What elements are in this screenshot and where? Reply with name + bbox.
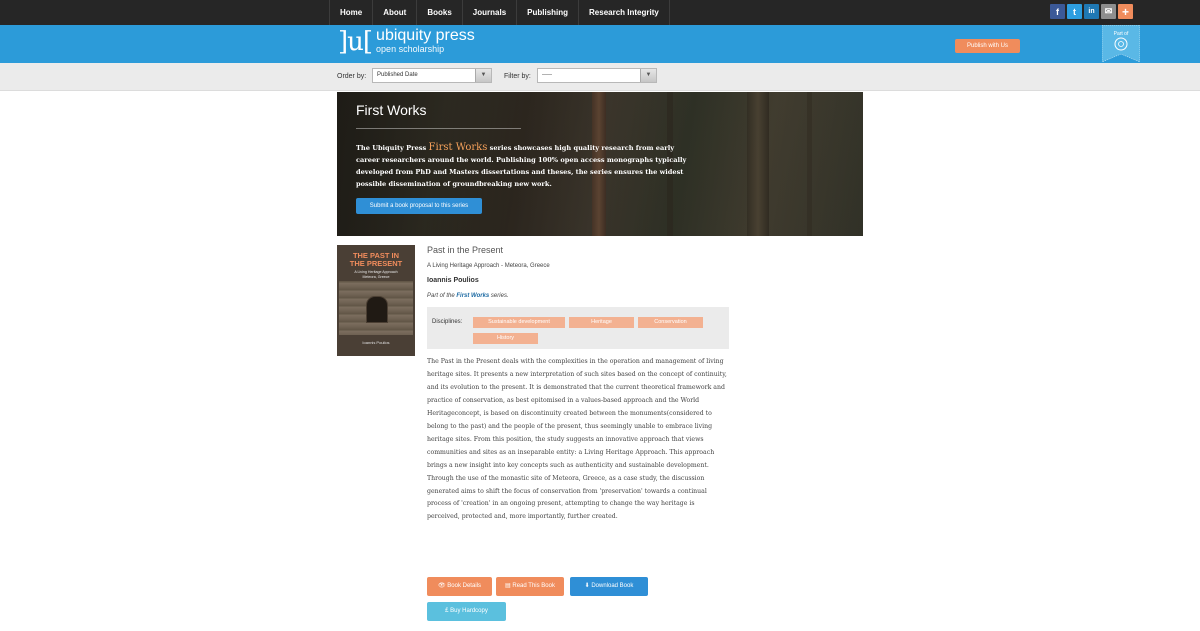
nav-home[interactable]: Home xyxy=(329,0,374,25)
discipline-tag[interactable]: Sustainable development xyxy=(473,317,565,328)
download-book-button[interactable]: ⬇ Download Book xyxy=(570,577,648,596)
banner-tree-trunk xyxy=(747,92,769,236)
nav-books[interactable]: Books xyxy=(417,0,463,25)
series-description: The Ubiquity Press First Works series sh… xyxy=(356,142,687,188)
order-by-value: Published Date xyxy=(377,72,418,78)
buy-hardcopy-button[interactable]: £ Buy Hardcopy xyxy=(427,602,506,621)
filter-bar: Order by: Published Date ▼ Filter by: --… xyxy=(0,63,1200,91)
book-title[interactable]: Past in the Present xyxy=(427,245,503,255)
book-subtitle: A Living Heritage Approach - Meteora, Gr… xyxy=(427,263,550,269)
filter-by-label: Filter by: xyxy=(504,73,531,80)
book-author: Ioannis Poulios xyxy=(427,277,479,284)
cover-window-image xyxy=(366,296,388,323)
series-banner: First Works The Ubiquity Press First Wor… xyxy=(337,92,863,236)
order-by-label: Order by: xyxy=(337,73,367,80)
title-divider xyxy=(356,128,521,129)
linkedin-icon[interactable]: in xyxy=(1084,4,1099,19)
logo-mark: ]u[ xyxy=(338,27,373,57)
share-plus-icon[interactable]: + xyxy=(1118,4,1133,19)
email-icon[interactable]: ✉ xyxy=(1101,4,1116,19)
nav-journals[interactable]: Journals xyxy=(463,0,518,25)
discipline-tag[interactable]: History xyxy=(473,333,538,344)
discipline-tag[interactable]: Conservation xyxy=(638,317,703,328)
logo-name: ubiquity press xyxy=(376,27,475,44)
series-link[interactable]: First Works xyxy=(456,293,489,299)
publish-with-us-button[interactable]: Publish with Us xyxy=(955,39,1020,53)
chevron-down-icon: ▼ xyxy=(475,69,491,82)
twitter-icon[interactable]: t xyxy=(1067,4,1082,19)
eye-icon: 👁 xyxy=(438,583,446,589)
cover-subtitle-line2: Meteora, Greece xyxy=(362,275,390,279)
facebook-icon[interactable]: f xyxy=(1050,4,1065,19)
cover-title-line2: THE PRESENT xyxy=(349,259,403,268)
discipline-tag[interactable]: Heritage xyxy=(569,317,634,328)
nav-publishing[interactable]: Publishing xyxy=(517,0,580,25)
nav-about[interactable]: About xyxy=(373,0,418,25)
main-menu: Home About Books Journals Publishing Res… xyxy=(329,0,670,25)
series-title: First Works xyxy=(356,102,427,118)
book-details-button[interactable]: 👁 Book Details xyxy=(427,577,492,596)
pound-icon: £ xyxy=(445,608,449,614)
order-by-select[interactable]: Published Date ▼ xyxy=(372,68,492,83)
series-highlight: First Works xyxy=(428,142,488,153)
book-series-line: Part of the First Works series. xyxy=(427,293,509,299)
top-nav-bar: Home About Books Journals Publishing Res… xyxy=(0,0,1200,25)
social-links: f t in ✉ + xyxy=(1050,4,1133,19)
disciplines-label: Disciplines: xyxy=(432,319,463,325)
nav-research-integrity[interactable]: Research Integrity xyxy=(579,0,670,25)
logo-tagline: open scholarship xyxy=(376,44,445,54)
banner-tree-trunk xyxy=(807,92,812,236)
part-of-badge[interactable]: Part of xyxy=(1102,25,1140,62)
book-cover[interactable]: THE PAST IN THE PRESENT A Living Heritag… xyxy=(337,245,415,356)
site-header: ]u[ ubiquity press open scholarship Publ… xyxy=(0,25,1200,63)
book-icon: ▤ xyxy=(505,583,511,589)
submit-proposal-button[interactable]: Submit a book proposal to this series xyxy=(356,198,482,214)
book-abstract: The Past in the Present deals with the c… xyxy=(427,358,727,521)
chevron-down-icon: ▼ xyxy=(640,69,656,82)
ubiquity-press-logo[interactable]: ]u[ ubiquity press open scholarship xyxy=(338,27,475,57)
disciplines-panel: Disciplines: Sustainable development Her… xyxy=(427,307,729,349)
filter-by-select[interactable]: ----- ▼ xyxy=(537,68,657,83)
cover-author: Ioannis Poulios xyxy=(362,340,390,345)
read-book-button[interactable]: ▤ Read This Book xyxy=(496,577,564,596)
download-icon: ⬇ xyxy=(584,583,590,589)
badge-label: Part of xyxy=(1114,31,1129,37)
filter-by-value: ----- xyxy=(542,72,552,78)
